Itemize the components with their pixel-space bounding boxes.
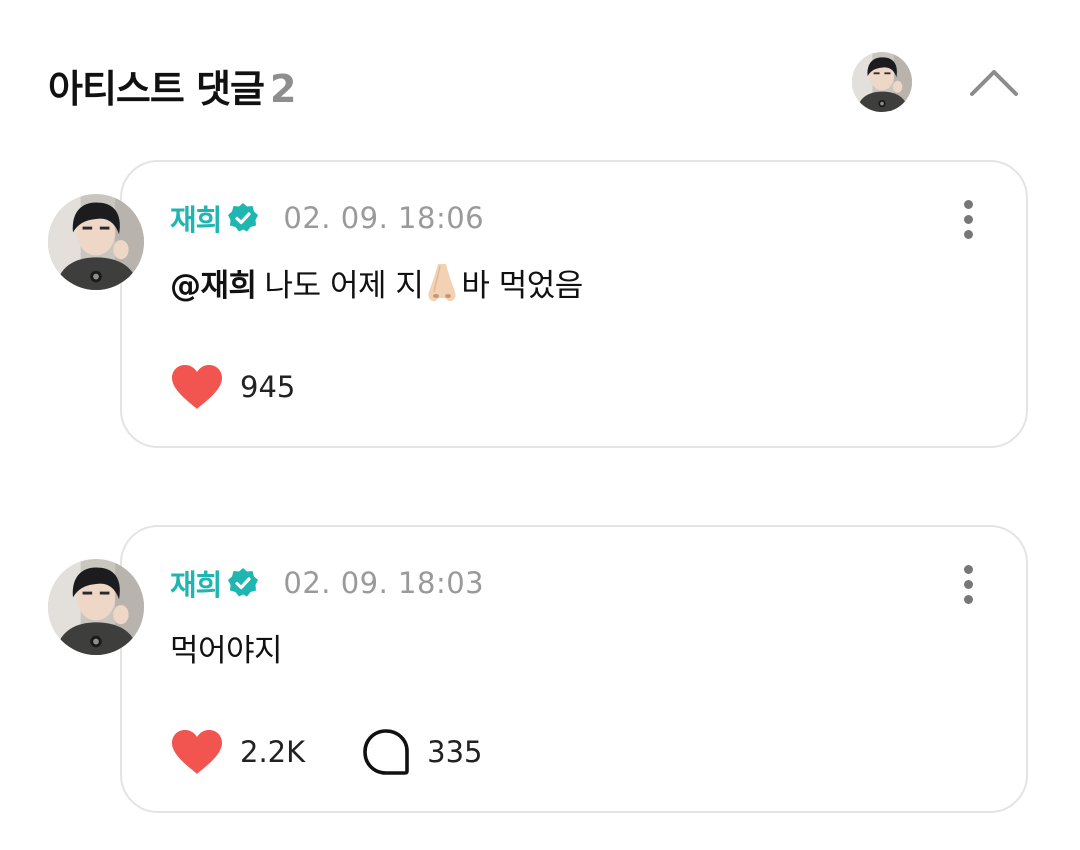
like-count: 945: [240, 370, 296, 404]
author-avatar[interactable]: [48, 194, 144, 290]
collapse-button[interactable]: [968, 60, 1020, 104]
comment-text: @재희 나도 어제 지 바 먹었음: [170, 260, 583, 305]
nose-emoji-icon: [428, 264, 456, 302]
author-avatar[interactable]: [48, 559, 144, 655]
artist-comments-header: 아티스트 댓글 2: [48, 52, 1028, 112]
comment-text: 먹어야지: [170, 633, 283, 669]
artist-avatar[interactable]: [852, 52, 912, 112]
verified-badge-icon: [227, 202, 259, 234]
author-name[interactable]: 재희: [170, 562, 222, 604]
more-vertical-icon: [964, 215, 973, 224]
reply-count: 335: [427, 735, 483, 769]
comment-count: 2: [270, 67, 296, 111]
comment-actions: 945: [170, 362, 295, 412]
comment-text-part: 나도 어제 지: [264, 268, 424, 304]
section-title: 아티스트 댓글 2: [48, 58, 296, 113]
speech-bubble-icon: [363, 729, 409, 775]
like-count: 2.2K: [240, 735, 306, 769]
comment-meta: 재희 02. 09. 18:06: [170, 198, 484, 238]
comment-timestamp: 02. 09. 18:03: [283, 566, 485, 600]
heart-icon: [170, 363, 224, 411]
mention-link[interactable]: @재희: [170, 268, 257, 304]
comment-text-part: 바 먹었음: [461, 268, 583, 304]
more-vertical-icon: [964, 565, 973, 574]
comment-meta: 재희 02. 09. 18:03: [170, 563, 484, 603]
chevron-up-icon: [970, 70, 1018, 96]
more-vertical-icon: [964, 230, 973, 239]
more-vertical-icon: [964, 580, 973, 589]
more-options-button[interactable]: [958, 198, 982, 242]
section-title-label: 아티스트 댓글: [48, 67, 265, 111]
like-button[interactable]: 945: [170, 363, 295, 411]
heart-icon: [170, 728, 224, 776]
author-name[interactable]: 재희: [170, 197, 222, 239]
comment-bubble: 재희 02. 09. 18:03 먹어야지 2.2K 335: [120, 525, 1028, 813]
more-vertical-icon: [964, 595, 973, 604]
more-options-button[interactable]: [958, 563, 982, 607]
like-button[interactable]: 2.2K: [170, 728, 305, 776]
comment-bubble: 재희 02. 09. 18:06 @재희 나도 어제 지 바 먹었음 945: [120, 160, 1028, 448]
comment-actions: 2.2K 335: [170, 727, 483, 777]
verified-badge-icon: [227, 567, 259, 599]
comment-timestamp: 02. 09. 18:06: [283, 201, 485, 235]
reply-button[interactable]: 335: [361, 727, 483, 777]
more-vertical-icon: [964, 200, 973, 209]
